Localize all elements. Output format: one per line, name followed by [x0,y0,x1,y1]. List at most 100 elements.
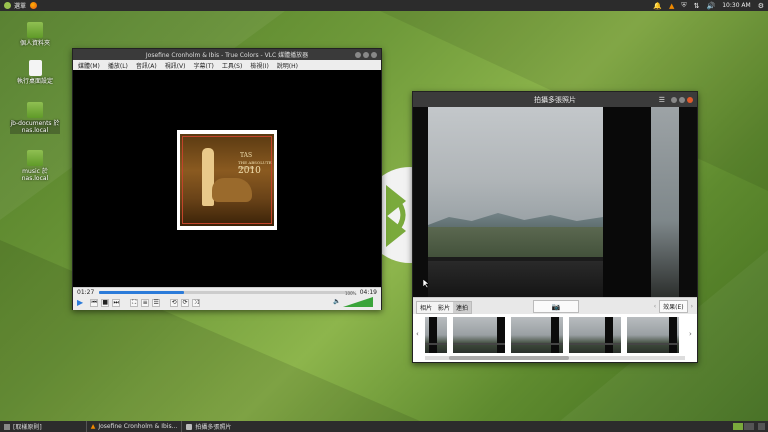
camera-icon: 📷 [551,302,561,311]
extended-settings-button[interactable]: ≡ [141,298,150,307]
system-tray: 🔔 ▲ ⛨ ⇅ 🔊 10:30 AM ⚙ [653,0,764,11]
seek-bar[interactable] [99,291,354,294]
update-shield-icon[interactable]: ⛨ [681,1,686,10]
volume-percent: 100% [345,291,357,296]
vlc-titlebar[interactable]: Josefine Cronholm & Ibis - True Colors -… [73,49,381,60]
settings-gear-icon[interactable]: ⚙ [758,2,764,10]
desktop-icon-settings[interactable]: 執行桌面設定 [10,60,60,85]
thumbnail[interactable] [453,317,505,353]
thumbnail[interactable] [511,317,563,353]
shuffle-button[interactable]: ⤨ [192,298,201,307]
sky [428,107,603,227]
desktop-icon-jb-documents[interactable]: jb-documents 於 nas.local [10,102,60,134]
vlc-video-area[interactable]: TAS THE ABSOLUTE SOUND 2010 [73,70,381,287]
network-folder-icon [27,150,43,166]
volume-slider[interactable] [343,297,373,307]
taskbar-label: 拍攝多張照片 [195,424,232,431]
playback-buttons: ▶ ⏮ ■ ⏭ ⛶ ≡ ☰ ⟲ ⟳ ⤨ [77,298,201,307]
chevron-right-icon[interactable]: › [691,303,693,310]
repeat-button[interactable]: ⟳ [181,298,190,307]
scroll-left-icon[interactable]: ‹ [416,330,419,338]
minimize-button[interactable] [671,96,677,103]
cheese-titlebar[interactable]: 拍攝多張照片 ☰ [413,92,697,107]
vlc-window-buttons [355,49,377,60]
effects-area: ‹ 效果(E) › [654,300,693,313]
menu-help[interactable]: 說明(H) [277,61,298,70]
balcony [428,261,603,297]
chevron-left-icon[interactable]: ‹ [654,303,656,310]
effects-button[interactable]: 效果(E) [659,300,688,313]
previous-button[interactable]: ⏮ [90,298,99,307]
mouse-cursor-icon [423,279,429,288]
firefox-icon [30,2,38,9]
menu-media[interactable]: 媒體(M) [78,61,100,70]
scrollbar-thumb[interactable] [449,356,569,360]
taskbar-item-vlc[interactable]: ▲ Josefine Cronholm & Ibis... [85,421,182,432]
vlc-controls: 01:27 04:19 ▶ ⏮ ■ ⏭ ⛶ ≡ ☰ ⟲ ⟳ ⤨ 🔈 100% [73,287,381,310]
album-art: TAS THE ABSOLUTE SOUND 2010 [177,130,277,230]
window-frame-center [603,107,651,297]
album-text-tas: TAS [240,152,253,159]
firefox-launcher[interactable] [30,2,38,9]
clock[interactable]: 10:30 AM [722,2,750,9]
document-icon [28,60,42,76]
minimize-button[interactable] [355,51,361,58]
cheese-window: 拍攝多張照片 ☰ 相片 影片 連拍 📷 ‹ 效果(E) › ‹ › [412,91,698,363]
webcam-preview [413,107,697,297]
mode-video-button[interactable]: 影片 [435,302,454,313]
taskbar-item-cheese[interactable]: 拍攝多張照片 [181,421,235,432]
workspace-1[interactable] [733,423,743,430]
menu-button[interactable]: 選單 [4,1,26,10]
menu-audio[interactable]: 音訊(A) [136,61,157,70]
desktop-icon-label: jb-documents 於 nas.local [10,120,60,134]
desktop-icon-home[interactable]: 個人資料夾 [10,22,60,47]
thumbnail[interactable] [627,317,679,353]
mode-burst-button[interactable]: 連拍 [453,302,472,313]
take-photo-button[interactable]: 📷 [533,300,579,313]
playlist-button[interactable]: ☰ [152,298,161,307]
volume-control[interactable]: 🔈 100% [333,291,373,307]
play-button[interactable]: ▶ [77,298,83,307]
fullscreen-button[interactable]: ⛶ [130,298,139,307]
thumbnail[interactable] [425,317,447,353]
time-elapsed: 01:27 [77,289,95,296]
window-frame-left [413,107,428,297]
bottom-taskbar: [取樣原則] ▲ Josefine Cronholm & Ibis... 拍攝多… [0,421,768,432]
menu-tools[interactable]: 工具(S) [222,61,243,70]
time-total: 04:19 [359,289,377,296]
album-art-painting: TAS THE ABSOLUTE SOUND 2010 [180,134,274,226]
cheese-toolbar: 相片 影片 連拍 📷 ‹ 效果(E) › [413,297,697,315]
show-desktop-button[interactable] [758,423,765,430]
thumbnail-scrollbar[interactable] [425,356,685,360]
desktop-icon-music[interactable]: music 於 nas.local [10,150,60,182]
loop-button[interactable]: ⟲ [170,298,179,307]
scroll-right-icon[interactable]: › [689,330,692,338]
mode-photo-button[interactable]: 相片 [417,302,436,313]
next-button[interactable]: ⏭ [112,298,121,307]
stop-button[interactable]: ■ [101,298,110,307]
vlc-tray-icon[interactable]: ▲ [669,2,674,10]
vlc-title: Josefine Cronholm & Ibis - True Colors -… [145,52,309,59]
taskbar-item-sampling[interactable]: [取樣原則] [0,421,46,432]
hamburger-menu-icon[interactable]: ☰ [659,96,665,104]
window-icon [4,423,10,430]
close-button[interactable] [371,51,377,58]
top-panel: 選單 🔔 ▲ ⛨ ⇅ 🔊 10:30 AM ⚙ [0,0,768,11]
notification-icon[interactable]: 🔔 [653,2,662,10]
folder-home-icon [27,22,43,38]
thumbnail[interactable] [569,317,621,353]
volume-icon[interactable]: 🔊 [707,2,716,10]
workspace-2[interactable] [744,423,754,430]
menu-playback[interactable]: 播放(L) [108,61,128,70]
menu-video[interactable]: 視訊(V) [165,61,186,70]
close-button[interactable] [687,96,693,103]
maximize-button[interactable] [679,96,685,103]
network-icon[interactable]: ⇅ [694,2,700,10]
speaker-icon: 🔈 [333,298,341,305]
workspace-switcher[interactable] [733,423,754,430]
menu-view[interactable]: 檢視(I) [250,61,268,70]
album-lion [212,178,252,202]
cheese-title: 拍攝多張照片 [534,95,576,104]
menu-subtitle[interactable]: 字幕(T) [193,61,213,70]
maximize-button[interactable] [363,51,369,58]
